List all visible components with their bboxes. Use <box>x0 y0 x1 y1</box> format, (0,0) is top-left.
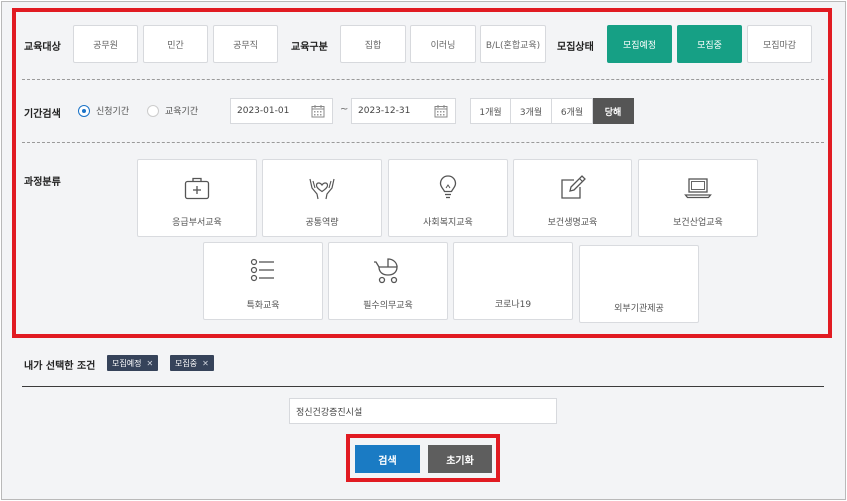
selected-tag-open-label: 모집중 <box>175 358 198 368</box>
end-date-value: 2023-12-31 <box>358 106 411 116</box>
selected-tag-upcoming[interactable]: 모집예정 ✕ <box>107 355 159 371</box>
divider <box>22 79 824 80</box>
preset-3-months[interactable]: 3개월 <box>511 98 552 124</box>
category-health-life[interactable]: 보건생명교육 <box>513 159 632 237</box>
edu-type-label: 교육구분 <box>291 42 328 53</box>
radio-edu-period-label: 교육기간 <box>165 107 199 117</box>
divider <box>22 386 824 387</box>
start-date-value: 2023-01-01 <box>237 106 290 116</box>
category-specialized-label: 특화교육 <box>246 301 280 311</box>
category-emergency[interactable]: 응급부서교육 <box>137 159 257 237</box>
end-date-input[interactable]: 2023-12-31 <box>351 98 456 124</box>
recruit-status-option-closed[interactable]: 모집마감 <box>747 25 812 63</box>
first-aid-kit-icon <box>184 177 210 200</box>
edu-target-option-private[interactable]: 민간 <box>143 25 208 63</box>
laptop-icon <box>684 178 712 199</box>
category-covid19[interactable]: 코로나19 <box>453 242 573 320</box>
remove-tag-icon[interactable]: ✕ <box>202 359 209 368</box>
category-social-welfare[interactable]: 사회복지교육 <box>388 159 508 237</box>
category-common-competency[interactable]: 공통역량 <box>262 159 382 237</box>
calendar-icon[interactable] <box>434 104 448 118</box>
edu-target-option-public-worker[interactable]: 공무직 <box>213 25 278 63</box>
date-separator: ~ <box>340 104 349 115</box>
search-input[interactable]: 정신건강증진시설 <box>289 398 557 424</box>
list-icon <box>250 258 274 282</box>
recruit-status-option-upcoming[interactable]: 모집예정 <box>607 25 672 63</box>
calendar-icon[interactable] <box>311 104 325 118</box>
preset-1-month[interactable]: 1개월 <box>470 98 511 124</box>
radio-edu-period[interactable]: 교육기간 <box>147 104 198 117</box>
category-mandatory[interactable]: 필수의무교육 <box>328 242 448 320</box>
edu-target-label: 교육대상 <box>24 42 61 53</box>
category-label: 과정분류 <box>24 177 61 188</box>
lightbulb-icon <box>439 175 457 199</box>
category-common-competency-label: 공통역량 <box>305 218 339 228</box>
category-external[interactable]: 외부기관제공 <box>579 245 699 323</box>
category-specialized[interactable]: 특화교육 <box>203 242 323 320</box>
edit-pencil-icon <box>560 175 586 199</box>
edu-target-option-civil-servant[interactable]: 공무원 <box>73 25 138 63</box>
category-health-industry-label: 보건산업교육 <box>673 218 723 228</box>
category-covid19-label: 코로나19 <box>494 300 532 310</box>
category-health-industry[interactable]: 보건산업교육 <box>638 159 758 237</box>
preset-6-months[interactable]: 6개월 <box>552 98 593 124</box>
reset-button[interactable]: 초기화 <box>428 445 492 473</box>
selected-tag-open[interactable]: 모집중 ✕ <box>170 355 214 371</box>
divider <box>22 142 824 143</box>
radio-apply-period-label: 신청기간 <box>96 107 130 117</box>
period-label: 기간검색 <box>24 109 61 120</box>
radio-checked-icon <box>78 104 90 117</box>
radio-apply-period[interactable]: 신청기간 <box>78 104 129 117</box>
selected-tag-upcoming-label: 모집예정 <box>112 358 142 368</box>
stroller-icon <box>374 258 398 284</box>
category-external-label: 외부기관제공 <box>614 304 664 314</box>
edu-type-option-group[interactable]: 집합 <box>340 25 406 63</box>
preset-this-year[interactable]: 당해 <box>593 98 634 124</box>
remove-tag-icon[interactable]: ✕ <box>146 359 153 368</box>
category-emergency-label: 응급부서교육 <box>172 218 222 228</box>
category-health-life-label: 보건생명교육 <box>547 218 598 228</box>
edu-type-option-elearning[interactable]: 이러닝 <box>410 25 476 63</box>
hands-heart-icon <box>309 178 335 200</box>
period-preset-group: 1개월 3개월 6개월 당해 <box>470 98 634 124</box>
search-button[interactable]: 검색 <box>355 445 420 473</box>
category-mandatory-label: 필수의무교육 <box>363 301 413 311</box>
recruit-status-label: 모집상태 <box>557 42 594 53</box>
selected-conditions-label: 내가 선택한 조건 <box>24 361 96 372</box>
radio-unchecked-icon <box>147 104 159 117</box>
start-date-input[interactable]: 2023-01-01 <box>230 98 333 124</box>
edu-type-option-blended[interactable]: B/L(혼합교육) <box>480 25 546 63</box>
category-social-welfare-label: 사회복지교육 <box>423 218 473 228</box>
recruit-status-option-open[interactable]: 모집중 <box>677 25 742 63</box>
